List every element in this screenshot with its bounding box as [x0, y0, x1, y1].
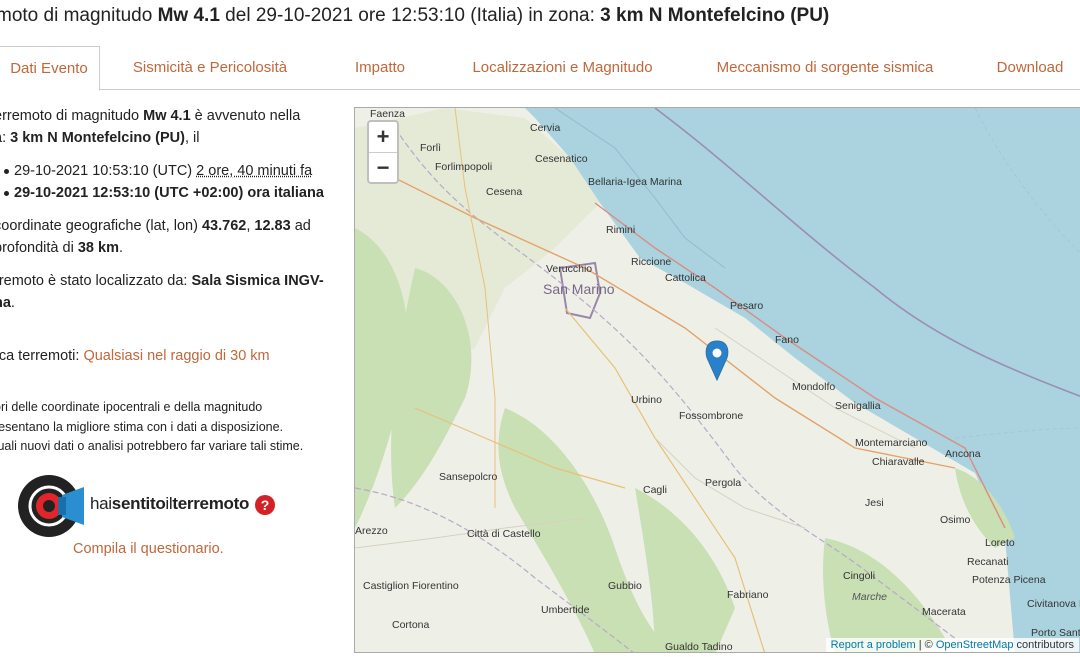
- place-label: San Marino: [543, 281, 615, 297]
- place-label: Sansepolcro: [439, 471, 498, 483]
- place-label: Marche: [852, 591, 887, 603]
- place-label: Forlì: [420, 142, 441, 154]
- tab-localizzazioni-magnitudo[interactable]: Localizzazioni e Magnitudo: [450, 46, 675, 90]
- place-label: Gubbio: [608, 580, 642, 592]
- question-icon: ?: [255, 495, 275, 515]
- place-label: Urbino: [631, 394, 662, 406]
- place-label: Verucchio: [546, 263, 592, 275]
- event-line-2: a: 3 km N Montefelcino (PU), il: [0, 130, 200, 146]
- place-label: Cingoli: [843, 570, 875, 582]
- place-label: Forlimpopoli: [435, 161, 492, 173]
- questionnaire-link[interactable]: Compila il questionario.: [73, 541, 224, 557]
- local-time-item: 29-10-2021 12:53:10 (UTC +02:00) ora ita…: [4, 182, 324, 204]
- hai-sentito-banner[interactable]: haisentitoilterremoto ?: [18, 473, 288, 539]
- place-label: Bellaria-Igea Marina: [588, 176, 682, 188]
- tab-bar: Dati Evento Sismicità e Pericolosità Imp…: [0, 46, 1080, 91]
- place-label: Cesenatico: [535, 153, 588, 165]
- place-label: Gualdo Tadino: [665, 641, 733, 653]
- place-label: Cervia: [530, 122, 561, 134]
- openstreetmap-link[interactable]: OpenStreetMap: [936, 639, 1014, 651]
- map-attribution: Report a problem | © OpenStreetMap contr…: [825, 638, 1079, 652]
- place-label: Montemarciano: [855, 437, 928, 449]
- zoom-out-button[interactable]: −: [369, 152, 397, 182]
- search-radius-link[interactable]: Qualsiasi nel raggio di 30 km: [83, 348, 269, 364]
- hai-sentito-logo-icon: [18, 475, 84, 537]
- place-label: Jesi: [865, 497, 884, 509]
- page-title: moto di magnitudo Mw 4.1 del 29-10-2021 …: [0, 5, 830, 26]
- event-line-1: erremoto di magnitudo Mw 4.1 è avvenuto …: [0, 108, 301, 124]
- zoom-in-button[interactable]: +: [369, 122, 397, 152]
- place-label: Pergola: [705, 477, 741, 489]
- tab-dati-evento[interactable]: Dati Evento: [0, 46, 100, 91]
- note-line: resentano la migliore stima con i dati a…: [0, 419, 284, 434]
- place-label: Mondolfo: [792, 381, 835, 393]
- tab-download[interactable]: Download: [980, 46, 1080, 90]
- place-label: Fano: [775, 334, 799, 346]
- tab-impatto[interactable]: Impatto: [330, 46, 430, 90]
- place-label: Macerata: [922, 606, 966, 618]
- zoom-control: + −: [367, 120, 399, 184]
- place-label: Cesena: [486, 186, 522, 198]
- report-problem-link[interactable]: Report a problem: [831, 639, 916, 651]
- place-label: Umbertide: [541, 604, 590, 616]
- search-line: rca terremoti: Qualsiasi nel raggio di 3…: [0, 348, 270, 364]
- coordinates-line: coordinate geografiche (lat, lon) 43.762…: [0, 218, 311, 234]
- event-map[interactable]: Faenza Forlì Forlimpopoli Cervia Cesenat…: [354, 107, 1080, 653]
- localized-by-line: rremoto è stato localizzato da: Sala Sis…: [0, 273, 324, 289]
- note-line: tuali nuovi dati o analisi potrebbero fa…: [0, 439, 304, 453]
- place-label: Fossombrone: [679, 410, 743, 422]
- place-label: Loreto: [985, 537, 1015, 549]
- place-label: Faenza: [370, 108, 405, 120]
- depth-line: profondità di 38 km.: [0, 240, 123, 256]
- place-label: Ancona: [945, 448, 981, 460]
- map-tiles: Faenza Forlì Forlimpopoli Cervia Cesenat…: [355, 108, 1080, 653]
- place-label: Osimo: [940, 514, 970, 526]
- place-label: Civitanova Marche: [1027, 598, 1080, 610]
- place-label: Arezzo: [355, 525, 388, 537]
- disclaimer-note: ori delle coordinate ipocentrali e della…: [0, 398, 303, 457]
- place-label: Recanati: [967, 556, 1008, 568]
- place-label: Chiaravalle: [872, 456, 925, 468]
- place-label: Potenza Picena: [972, 574, 1046, 586]
- tab-meccanismo-sorgente[interactable]: Meccanismo di sorgente sismica: [690, 46, 960, 90]
- place-label: Senigallia: [835, 400, 881, 412]
- utc-time-item: 29-10-2021 10:53:10 (UTC) 2 ore, 40 minu…: [3, 160, 313, 182]
- place-label: Città di Castello: [467, 528, 541, 540]
- localized-by-line-2: na.: [0, 295, 15, 311]
- place-label: Castiglion Fiorentino: [363, 580, 459, 592]
- place-label: Rimini: [606, 224, 635, 236]
- note-line: ori delle coordinate ipocentrali e della…: [0, 400, 263, 414]
- time-ago: 2 ore, 40 minuti fa: [196, 163, 313, 179]
- place-label: Cagli: [643, 484, 667, 496]
- place-label: Cortona: [392, 619, 430, 631]
- place-label: Fabriano: [727, 589, 769, 601]
- place-label: Cattolica: [665, 272, 706, 284]
- place-label: Pesaro: [730, 300, 763, 312]
- place-label: Riccione: [631, 256, 671, 268]
- hai-sentito-text: haisentitoilterremoto: [90, 494, 250, 513]
- tab-sismicita-pericolosita[interactable]: Sismicità e Pericolosità: [110, 46, 310, 90]
